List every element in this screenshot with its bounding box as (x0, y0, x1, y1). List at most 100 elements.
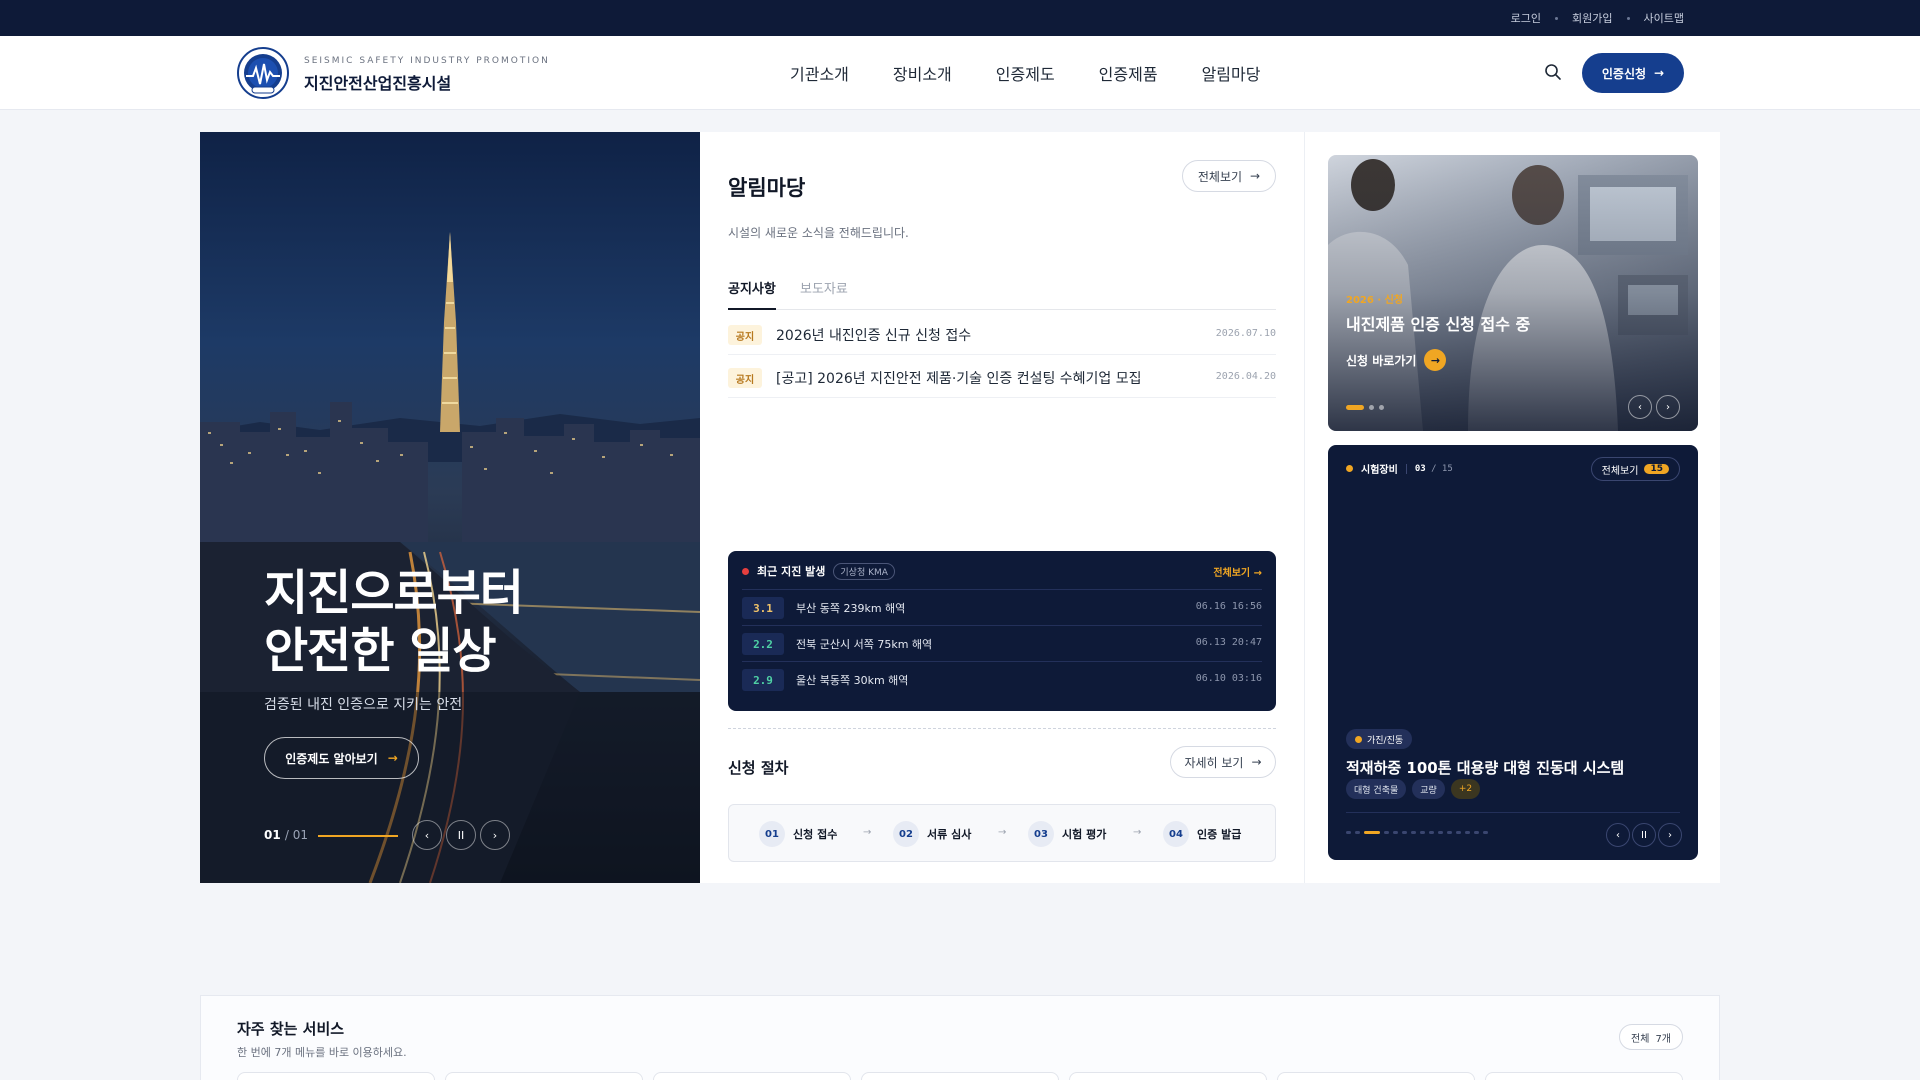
tab-notices[interactable]: 공지사항 (728, 278, 776, 310)
banner-next-button[interactable]: › (1656, 395, 1680, 419)
earthquake-location: 울산 북동쪽 30km 해역 (796, 674, 909, 687)
learn-certification-button[interactable]: 인증제도 알아보기 → (264, 737, 419, 779)
service-card[interactable] (1277, 1072, 1475, 1080)
pagination-dot[interactable] (1465, 831, 1470, 834)
pagination-dot[interactable] (1447, 831, 1452, 834)
sitemap-link[interactable]: 사이트맵 (1644, 10, 1684, 26)
hero-carousel: 지진으로부터 안전한 일상 검증된 내진 인증으로 지키는 안전 인증제도 알아… (200, 132, 700, 883)
seal-logo-icon[interactable] (236, 46, 290, 100)
equipment-pagination (1346, 831, 1488, 834)
pagination-dot[interactable] (1393, 831, 1398, 834)
banner-apply-link[interactable]: 신청 바로가기 → (1346, 349, 1447, 371)
banner-apply-label: 신청 바로가기 (1346, 353, 1417, 368)
process-view-more-button[interactable]: 자세히 보기 → (1170, 746, 1276, 778)
process-step: 02 서류 심사 (893, 821, 971, 847)
earthquake-row[interactable]: 2.9 울산 북동쪽 30km 해역 06.10 03:16 (742, 661, 1262, 697)
apply-button[interactable]: 인증신청 → (1582, 53, 1684, 93)
equipment-title[interactable]: 적재하중 100톤 대용량 대형 진동대 시스템 (1346, 757, 1624, 778)
earthquake-row[interactable]: 3.1 부산 동쪽 239km 해역 06.16 16:56 (742, 589, 1262, 625)
equipment-view-all-button[interactable]: 전체보기 15 (1590, 457, 1680, 481)
pagination-dot[interactable] (1483, 831, 1488, 834)
hero-prev-button[interactable]: ‹ (412, 820, 442, 850)
equipment-prev-button[interactable]: ‹ (1606, 823, 1630, 847)
pagination-dot[interactable] (1346, 831, 1351, 834)
earthquake-row[interactable]: 2.2 전북 군산시 서쪽 75km 해역 06.13 20:47 (742, 625, 1262, 661)
search-icon[interactable] (1543, 62, 1563, 82)
earthquake-source-badge: 기상청 KMA (833, 562, 895, 580)
separator-dot (1626, 16, 1630, 20)
services-count: 7개 (1655, 1033, 1671, 1045)
pagination-dot[interactable] (1379, 405, 1384, 410)
equipment-pause-button[interactable]: II (1632, 823, 1656, 847)
pagination-dot[interactable] (1364, 831, 1380, 834)
service-card[interactable] (445, 1072, 643, 1080)
application-banner[interactable]: 2026 · 신청 내진제품 인증 신청 접수 중 신청 바로가기 → ‹ › (1328, 155, 1698, 431)
nav-products[interactable]: 인증제품 (1099, 61, 1158, 85)
services-title: 자주 찾는 서비스 (237, 1020, 345, 1038)
process-view-more-label: 자세히 보기 (1184, 755, 1244, 770)
nav-equipment[interactable]: 장비소개 (893, 61, 952, 85)
services-all-button[interactable]: 전체 7개 (1619, 1024, 1683, 1050)
equipment-divider (1346, 812, 1680, 813)
arrow-right-icon: → (1424, 349, 1447, 371)
tab-press[interactable]: 보도자료 (800, 278, 848, 310)
frequent-services: 자주 찾는 서비스 한 번에 7개 메뉴를 바로 이용하세요. 전체 7개 (200, 995, 1720, 1080)
earthquake-time: 06.10 03:16 (1195, 673, 1262, 684)
login-link[interactable]: 로그인 (1511, 10, 1541, 26)
hero-next-button[interactable]: › (480, 820, 510, 850)
hero-slide-counter: 01 / 01 (264, 828, 309, 842)
service-card[interactable] (237, 1072, 435, 1080)
brand-korean[interactable]: 지진안전산업진흥시설 (304, 70, 451, 94)
process-step: 04 인증 발급 (1163, 821, 1241, 847)
pagination-dot[interactable] (1429, 831, 1434, 834)
equipment-total: 15 (1441, 463, 1453, 474)
notice-title[interactable]: [공고] 2026년 지진안전 제품·기술 인증 컨설팅 수혜기업 모집 (776, 368, 1142, 388)
earthquake-view-all-link[interactable]: 전체보기 → (1213, 564, 1262, 579)
service-card[interactable] (861, 1072, 1059, 1080)
notice-row[interactable]: 공지 [공고] 2026년 지진안전 제품·기술 인증 컨설팅 수혜기업 모집 … (728, 358, 1276, 398)
step-number: 01 (759, 821, 785, 847)
pagination-dot[interactable] (1346, 405, 1364, 410)
service-card[interactable] (1069, 1072, 1267, 1080)
equipment-tags: 대형 건축물 교량 +2 (1346, 779, 1481, 799)
notice-title[interactable]: 2026년 내진인증 신규 신청 접수 (776, 325, 971, 345)
pause-icon: II (457, 828, 465, 842)
notice-view-all-button[interactable]: 전체보기 → (1182, 160, 1276, 192)
equipment-section-label: 시험장비 (1361, 465, 1398, 476)
notice-date: 2026.04.20 (1215, 371, 1276, 382)
process-steps: 01 신청 접수 → 02 서류 심사 → 03 시험 평가 → 04 인증 발… (728, 804, 1276, 862)
pagination-dot[interactable] (1456, 831, 1461, 834)
service-card[interactable] (653, 1072, 851, 1080)
notice-tag: 공지 (728, 325, 762, 345)
magnitude-badge: 2.9 (742, 669, 784, 691)
nav-notices[interactable]: 알림마당 (1202, 61, 1261, 85)
process-step: 03 시험 평가 (1028, 821, 1106, 847)
step-number: 03 (1028, 821, 1054, 847)
arrow-right-icon: → (863, 827, 872, 838)
pagination-dot[interactable] (1411, 831, 1416, 834)
pagination-dot[interactable] (1474, 831, 1479, 834)
equipment-next-button[interactable]: › (1658, 823, 1682, 847)
pagination-dot[interactable] (1402, 831, 1407, 834)
pagination-dot[interactable] (1355, 831, 1360, 834)
nav-about[interactable]: 기관소개 (790, 61, 849, 85)
signup-link[interactable]: 회원가입 (1572, 10, 1612, 26)
banner-prev-button[interactable]: ‹ (1628, 395, 1652, 419)
pagination-dot[interactable] (1384, 831, 1389, 834)
notice-date: 2026.07.10 (1215, 328, 1276, 339)
step-label: 시험 평가 (1062, 828, 1107, 841)
section-divider (728, 728, 1276, 729)
equipment-carousel: 시험장비 03 / 15 전체보기 15 가진/진동 적재하중 100톤 대용량… (1328, 445, 1698, 860)
equipment-current: 03 (1414, 463, 1426, 474)
nav-certification[interactable]: 인증제도 (996, 61, 1055, 85)
pagination-dot[interactable] (1438, 831, 1443, 834)
earthquake-location: 전북 군산시 서쪽 75km 해역 (796, 638, 933, 651)
pagination-dot[interactable] (1420, 831, 1425, 834)
service-card[interactable] (1485, 1072, 1683, 1080)
process-title: 신청 절차 (728, 759, 789, 777)
separator-dot (1555, 16, 1559, 20)
hero-pause-button[interactable]: II (446, 820, 476, 850)
notice-row[interactable]: 공지 2026년 내진인증 신규 신청 접수 2026.07.10 (728, 315, 1276, 355)
chevron-left-icon: ‹ (1638, 401, 1642, 413)
pagination-dot[interactable] (1369, 405, 1374, 410)
